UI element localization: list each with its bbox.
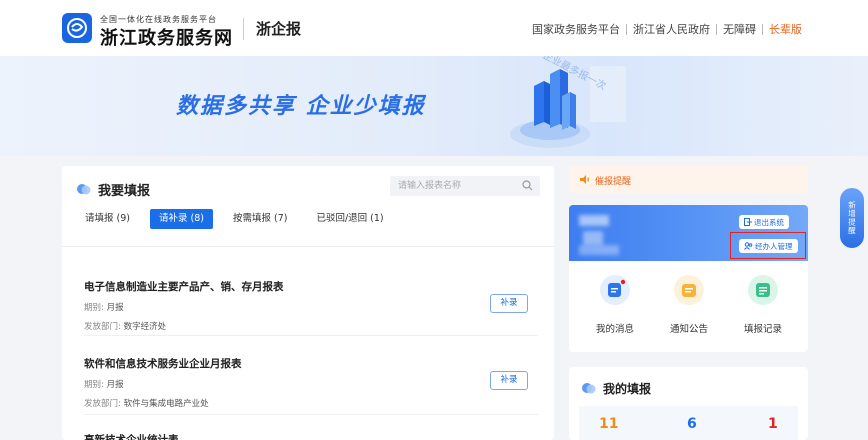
my-reports-icon bbox=[582, 383, 596, 394]
user-card: 退出系统 经办人管理 我的消息 通知公告 填报记录 bbox=[569, 205, 808, 352]
tab-to-supplement[interactable]: 请补录 (8) bbox=[149, 209, 213, 229]
top-links: 国家政务服务平台 浙江省人民政府 无障碍 长辈版 bbox=[532, 21, 802, 37]
tabs-divider bbox=[62, 246, 554, 247]
report-period: 期别: 月报 bbox=[84, 301, 544, 313]
report-name[interactable]: 电子信息制造业主要产品产、销、存月报表 bbox=[84, 279, 544, 294]
stat-value[interactable]: 11 bbox=[599, 416, 618, 432]
stat-value[interactable]: 1 bbox=[768, 416, 778, 432]
tab-on-demand[interactable]: 按需填报 (7) bbox=[224, 209, 296, 229]
reminder-text: 催报提醒 bbox=[595, 177, 632, 187]
quick-link-label: 通知公告 bbox=[669, 324, 708, 335]
quick-link-messages[interactable]: 我的消息 bbox=[585, 275, 645, 335]
report-search-input[interactable] bbox=[390, 176, 540, 196]
logo-title[interactable]: 浙江政务服务网 bbox=[100, 24, 233, 50]
report-item: 软件和信息技术服务业企业月报表 期别: 月报 发放部门: 软件与集成电路产业处 bbox=[84, 356, 544, 409]
report-dept: 发放部门: 数字经济处 bbox=[84, 320, 544, 332]
supplement-button[interactable]: 补录 bbox=[490, 294, 528, 313]
reminder-bar[interactable]: 催报提醒 bbox=[569, 166, 808, 193]
report-title-icon bbox=[77, 184, 91, 195]
link-elder-mode[interactable]: 长辈版 bbox=[769, 21, 802, 37]
notice-icon bbox=[674, 275, 704, 305]
banner-slogan: 数据多共享 企业少填报 bbox=[176, 94, 426, 119]
logout-icon bbox=[744, 218, 752, 226]
quick-link-notices[interactable]: 通知公告 bbox=[659, 275, 719, 335]
hero-banner: 数据多共享 企业少填报 企业最多报一次 bbox=[0, 56, 868, 156]
speaker-icon bbox=[580, 175, 589, 184]
logo-divider bbox=[243, 18, 244, 40]
blurred-user-info bbox=[583, 231, 603, 245]
period-label: 期别: bbox=[84, 303, 104, 313]
report-item: 电子信息制造业主要产品产、销、存月报表 期别: 月报 发放部门: 数字经济处 bbox=[84, 279, 544, 332]
link-national-platform[interactable]: 国家政务服务平台 bbox=[532, 21, 620, 37]
period-value: 月报 bbox=[106, 303, 124, 313]
link-divider bbox=[716, 23, 717, 35]
dept-value: 软件与集成电路产业处 bbox=[123, 399, 209, 409]
report-name[interactable]: 软件和信息技术服务业企业月报表 bbox=[84, 356, 544, 371]
link-divider bbox=[626, 23, 627, 35]
blurred-user-info bbox=[579, 245, 619, 255]
fill-report-panel: 我要填报 请填报 (9) 请补录 (8) 按需填报 (7) 已驳回/退回 (1)… bbox=[62, 166, 554, 440]
period-value: 月报 bbox=[106, 380, 124, 390]
site-header: 全国一体化在线政务服务平台 浙江政务服务网 浙企报 国家政务服务平台 浙江省人民… bbox=[0, 0, 868, 56]
user-info-header: 退出系统 经办人管理 bbox=[569, 205, 808, 261]
link-provincial-gov[interactable]: 浙江省人民政府 bbox=[633, 21, 710, 37]
blurred-user-name bbox=[579, 215, 609, 226]
quick-link-label: 填报记录 bbox=[743, 324, 782, 335]
report-divider bbox=[84, 335, 538, 336]
report-period: 期别: 月报 bbox=[84, 378, 544, 390]
dept-value: 数字经济处 bbox=[123, 322, 167, 332]
link-accessibility[interactable]: 无障碍 bbox=[723, 21, 756, 37]
report-dept: 发放部门: 软件与集成电路产业处 bbox=[84, 397, 544, 409]
supplement-button[interactable]: 补录 bbox=[490, 371, 528, 390]
my-reports-title: 我的填报 bbox=[603, 382, 652, 396]
tab-rejected[interactable]: 已驳回/退回 (1) bbox=[307, 209, 392, 229]
report-divider bbox=[84, 414, 538, 415]
logout-button[interactable]: 退出系统 bbox=[739, 215, 789, 229]
dept-label: 发放部门: bbox=[84, 322, 121, 332]
logout-label: 退出系统 bbox=[754, 217, 784, 227]
panel-title: 我要填报 bbox=[98, 184, 151, 199]
period-label: 期别: bbox=[84, 380, 104, 390]
my-reports-card: 我的填报 11 6 1 bbox=[569, 367, 808, 440]
site-logo-icon[interactable] bbox=[62, 13, 92, 43]
floating-reminder-button[interactable]: 新增提醒 bbox=[840, 188, 864, 248]
link-divider bbox=[762, 23, 763, 35]
tab-to-fill[interactable]: 请填报 (9) bbox=[76, 209, 139, 229]
record-icon bbox=[748, 275, 778, 305]
search-icon[interactable] bbox=[522, 180, 533, 191]
highlight-frame bbox=[730, 232, 806, 259]
report-item: 高新技术企业统计表 bbox=[84, 432, 544, 440]
quick-link-label: 我的消息 bbox=[595, 324, 634, 335]
stats-bar: 11 6 1 bbox=[579, 406, 798, 440]
report-name[interactable]: 高新技术企业统计表 bbox=[84, 432, 544, 440]
quick-link-records[interactable]: 填报记录 bbox=[733, 275, 793, 335]
stat-value[interactable]: 6 bbox=[687, 416, 697, 432]
sub-brand[interactable]: 浙企报 bbox=[256, 18, 301, 39]
report-tabs: 请填报 (9) 请补录 (8) 按需填报 (7) 已驳回/退回 (1) bbox=[76, 209, 404, 229]
dept-label: 发放部门: bbox=[84, 399, 121, 409]
message-icon bbox=[600, 275, 630, 305]
